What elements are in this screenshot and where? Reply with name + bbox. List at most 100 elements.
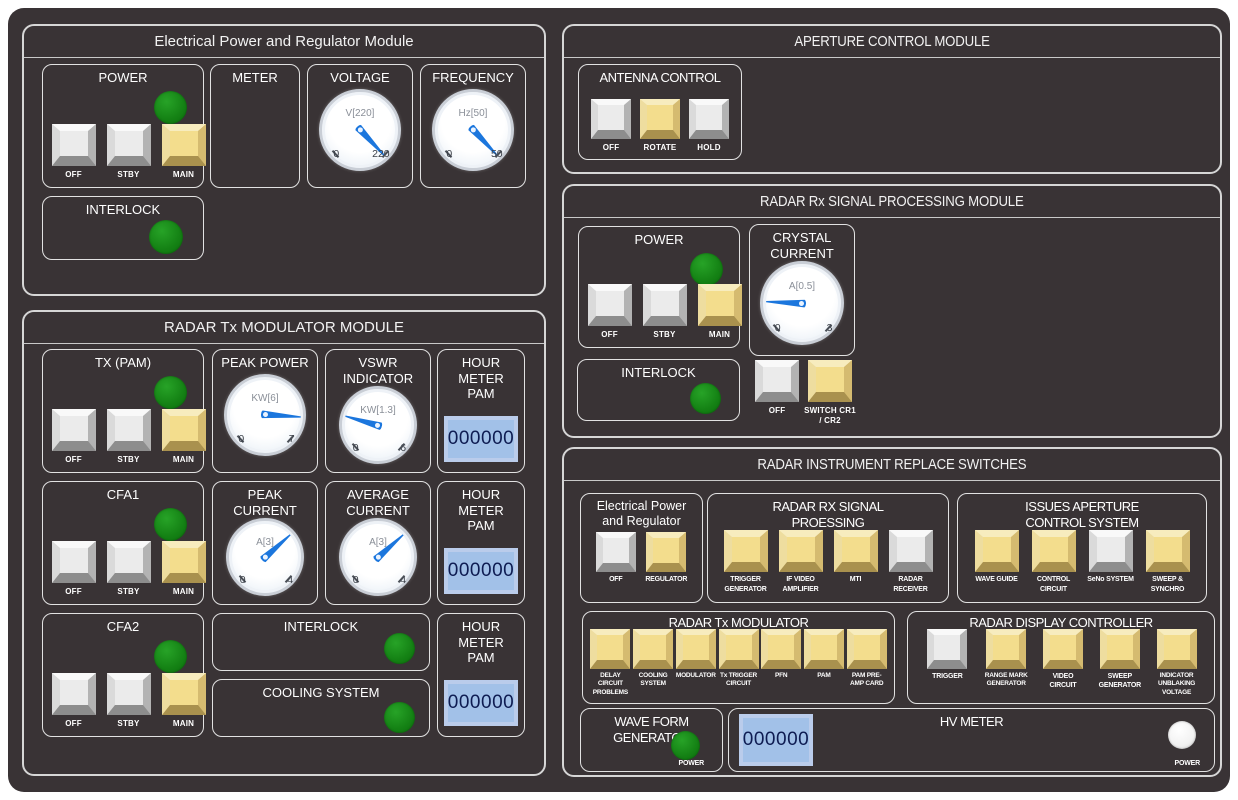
replace-radar-receiver-button[interactable] [889, 530, 933, 572]
tx-pam-off-button[interactable] [52, 409, 96, 451]
section-title: VSWR INDICATOR [326, 350, 430, 386]
hour-meter-pam-section-1: HOUR METER PAM 000000 [437, 349, 525, 473]
tx-interlock-status-led [384, 633, 415, 664]
crystal-switch-cr1-cr2-button[interactable] [808, 360, 852, 402]
frequency-gauge: Hz[50] 0 50 [432, 89, 514, 171]
replace-switch: MODULATOR [674, 629, 717, 681]
average-current-section: AVERAGE CURRENT A[3] 0 4 [325, 481, 431, 605]
tx-pam-section: TX (PAM) OFF STBY MAIN [42, 349, 204, 473]
module-tx-modulator: RADAR Tx MODULATOR MODULE TX (PAM) OFF S… [22, 310, 546, 776]
crystal-switch-off-button[interactable] [755, 360, 799, 402]
replace-seno-system-button[interactable] [1089, 530, 1133, 572]
replace-cooling-system-button[interactable] [633, 629, 673, 669]
replace-sweep-synchro-button[interactable] [1146, 530, 1190, 572]
replace-video-circuit-button[interactable] [1043, 629, 1083, 669]
vswr-section: VSWR INDICATOR KW[1.3] 0 6 [325, 349, 431, 473]
cfa1-section: CFA1 OFF STBY MAIN [42, 481, 204, 605]
replace-switch: TRIGGER [921, 629, 973, 681]
section-title: ISSUES APERTURE CONTROL SYSTEM [958, 494, 1206, 530]
replace-sweep-generator-button[interactable] [1100, 629, 1140, 669]
tx-pam-stby-button[interactable] [107, 409, 151, 451]
voltage-section: VOLTAGE V[220] 0 220 [307, 64, 413, 188]
replace-switch: PFN [760, 629, 803, 681]
replace-trigger-button[interactable] [927, 629, 967, 669]
power-main-button[interactable] [162, 124, 206, 166]
meter-section: METER [210, 64, 300, 188]
rx-power-stby-button[interactable] [643, 284, 687, 326]
module-aperture-control: APERTURE CONTROL MODULE ANTENNA CONTROL … [562, 24, 1222, 174]
rx-power-status-led [690, 253, 723, 286]
section-title: PEAK POWER [213, 350, 317, 371]
replace-switch: SWEEP & SYNCHRO [1142, 530, 1194, 594]
gauge-max-label: 220 [372, 148, 390, 160]
hour-meter-pam-section-2: HOUR METER PAM 000000 [437, 481, 525, 605]
replace-switch: PAM PRE-AMP CARD [845, 629, 888, 690]
cfa2-main-button[interactable] [162, 673, 206, 715]
power-stby-button[interactable] [107, 124, 151, 166]
cfa1-off-button[interactable] [52, 541, 96, 583]
cfa2-stby-button[interactable] [107, 673, 151, 715]
peak-power-section: PEAK POWER KW[6] 0 7 [212, 349, 318, 473]
replace-wave-guide-button[interactable] [975, 530, 1019, 572]
gauge-min-label: 0 [333, 148, 339, 160]
replace-switch: COOLING SYSTEM [632, 629, 675, 690]
power-label: POWER [679, 759, 704, 768]
replace-trigger-generator-button[interactable] [724, 530, 768, 572]
interlock-status-led [149, 220, 183, 254]
cfa2-status-led [154, 640, 187, 673]
replace-pfn-button[interactable] [761, 629, 801, 669]
replace-tx-trigger-circuit-button[interactable] [719, 629, 759, 669]
section-title: CFA1 [43, 482, 203, 503]
hour-meter-pam-section-3: HOUR METER PAM 000000 [437, 613, 525, 737]
hour-meter-display: 000000 [444, 680, 518, 726]
replace-pam-button[interactable] [804, 629, 844, 669]
replace-tx-modulator-section: RADAR Tx MODULATOR DELAY CIRCUIT PROBLEM… [582, 611, 895, 704]
cfa1-stby-button[interactable] [107, 541, 151, 583]
radar-simulator-screen: Electrical Power and Regulator Module PO… [0, 0, 1238, 800]
replace-rx-signal-section: RADAR RX SIGNAL PROESSING TRIGGER GENERA… [707, 493, 949, 603]
replace-electrical-regulator-button[interactable] [646, 532, 686, 572]
section-title: POWER [43, 65, 203, 86]
section-title: INTERLOCK [43, 197, 203, 218]
replace-indicator-unblaking-button[interactable] [1157, 629, 1197, 669]
section-title: HOUR METER PAM [438, 614, 524, 666]
crystal-current-section: CRYSTAL CURRENT A[0.5] 0 3 [749, 224, 855, 356]
replace-switch: MTI [831, 530, 881, 584]
replace-electrical-off-button[interactable] [596, 532, 636, 572]
section-title: PEAK CURRENT [213, 482, 317, 518]
frequency-section: FREQUENCY Hz[50] 0 50 [420, 64, 526, 188]
peak-current-section: PEAK CURRENT A[3] 0 4 [212, 481, 318, 605]
hv-meter-section: HV METER 000000 POWER [728, 708, 1215, 772]
replace-control-circuit-button[interactable] [1032, 530, 1076, 572]
antenna-hold-button[interactable] [689, 99, 729, 139]
replace-delay-circuit-button[interactable] [590, 629, 630, 669]
cfa2-off-button[interactable] [52, 673, 96, 715]
module-title: RADAR Tx MODULATOR MODULE [24, 312, 544, 344]
rx-power-main-button[interactable] [698, 284, 742, 326]
section-title: TX (PAM) [43, 350, 203, 371]
replace-aperture-section: ISSUES APERTURE CONTROL SYSTEM WAVE GUID… [957, 493, 1207, 603]
power-off-button[interactable] [52, 124, 96, 166]
cooling-status-led [384, 702, 415, 733]
crystal-current-gauge: A[0.5] 0 3 [760, 261, 844, 345]
antenna-off-button[interactable] [591, 99, 631, 139]
tx-pam-main-button[interactable] [162, 409, 206, 451]
module-title: APERTURE CONTROL MODULE [564, 26, 1220, 58]
replace-electrical-section: Electrical Power and Regulator OFF REGUL… [580, 493, 703, 603]
replace-pam-pre-amp-button[interactable] [847, 629, 887, 669]
section-title: WAVE FORM GENERATOR [581, 709, 722, 745]
replace-modulator-button[interactable] [676, 629, 716, 669]
rx-power-off-button[interactable] [588, 284, 632, 326]
replace-switch: DELAY CIRCUIT PROBLEMS [589, 629, 632, 698]
power-status-led [154, 91, 187, 124]
section-title: HOUR METER PAM [438, 350, 524, 402]
replace-mti-button[interactable] [834, 530, 878, 572]
replace-switch: VIDEO CIRCUIT [1039, 629, 1087, 691]
replace-switch: PAM [803, 629, 846, 681]
replace-range-mark-generator-button[interactable] [986, 629, 1026, 669]
cfa1-main-button[interactable] [162, 541, 206, 583]
replace-if-video-amplifier-button[interactable] [779, 530, 823, 572]
hour-meter-display: 000000 [444, 548, 518, 594]
replace-display-controller-section: RADAR DISPLAY CONTROLLER TRIGGER RANGE M… [907, 611, 1215, 704]
antenna-rotate-button[interactable] [640, 99, 680, 139]
